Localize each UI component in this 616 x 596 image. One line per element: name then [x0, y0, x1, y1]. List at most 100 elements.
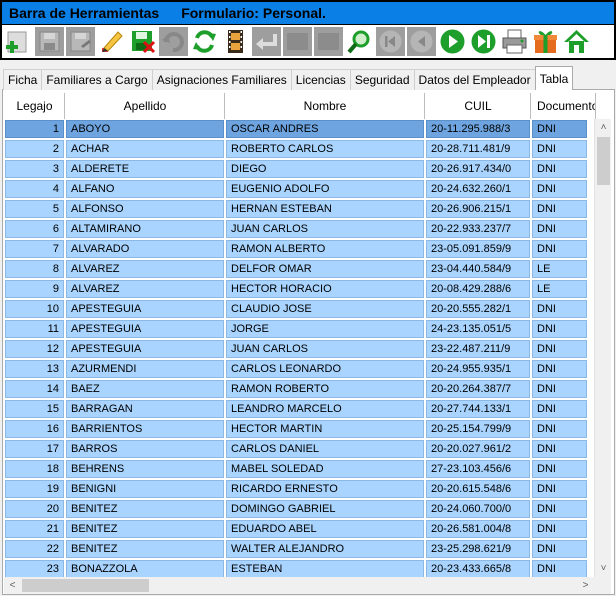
horizontal-scroll-thumb[interactable]: [22, 579, 149, 592]
gift-button[interactable]: [531, 27, 560, 56]
cell-cuil[interactable]: 20-20.555.282/1: [426, 300, 530, 318]
cell-apellido[interactable]: ALFONSO: [66, 200, 224, 218]
cell-legajo[interactable]: 8: [5, 260, 64, 278]
column-header-apellido[interactable]: Apellido: [65, 93, 225, 119]
table-row[interactable]: 11 APESTEGUIA JORGE 24-23.135.051/5 DNI: [4, 319, 596, 339]
cell-legajo[interactable]: 4: [5, 180, 64, 198]
cell-nombre[interactable]: CLAUDIO JOSE: [226, 300, 424, 318]
cell-cuil[interactable]: 20-23.433.665/8: [426, 560, 530, 577]
cell-nombre[interactable]: ROBERTO CARLOS: [226, 140, 424, 158]
cell-legajo[interactable]: 15: [5, 400, 64, 418]
cell-cuil[interactable]: 20-26.581.004/8: [426, 520, 530, 538]
cell-apellido[interactable]: AZURMENDI: [66, 360, 224, 378]
cell-cuil[interactable]: 20-26.917.434/0: [426, 160, 530, 178]
table-row[interactable]: 23 BONAZZOLA ESTEBAN 20-23.433.665/8 DNI: [4, 559, 596, 577]
film-button[interactable]: [221, 27, 250, 56]
cell-documento[interactable]: DNI: [532, 400, 587, 418]
printer-button[interactable]: [500, 27, 529, 56]
search-button[interactable]: [345, 27, 374, 56]
table-row[interactable]: 13 AZURMENDI CARLOS LEONARDO 20-24.955.935/…: [4, 359, 596, 379]
cell-legajo[interactable]: 9: [5, 280, 64, 298]
cell-legajo[interactable]: 20: [5, 500, 64, 518]
cell-apellido[interactable]: BENITEZ: [66, 540, 224, 558]
cell-documento[interactable]: DNI: [532, 300, 587, 318]
cell-cuil[interactable]: 20-11.295.988/3: [426, 120, 530, 138]
scroll-up-icon[interactable]: ˄: [595, 119, 612, 136]
cell-legajo[interactable]: 12: [5, 340, 64, 358]
cell-apellido[interactable]: ALTAMIRANO: [66, 220, 224, 238]
cell-apellido[interactable]: ALVAREZ: [66, 280, 224, 298]
cell-apellido[interactable]: APESTEGUIA: [66, 320, 224, 338]
cell-cuil[interactable]: 20-20.027.961/2: [426, 440, 530, 458]
cell-nombre[interactable]: CARLOS DANIEL: [226, 440, 424, 458]
cell-documento[interactable]: DNI: [532, 460, 587, 478]
cell-nombre[interactable]: RICARDO ERNESTO: [226, 480, 424, 498]
cell-apellido[interactable]: BARRAGAN: [66, 400, 224, 418]
cell-nombre[interactable]: ESTEBAN: [226, 560, 424, 577]
cell-apellido[interactable]: BENITEZ: [66, 500, 224, 518]
cell-cuil[interactable]: 20-08.429.288/6: [426, 280, 530, 298]
cell-documento[interactable]: DNI: [532, 320, 587, 338]
cell-documento[interactable]: DNI: [532, 500, 587, 518]
table-row[interactable]: 9 ALVAREZ HECTOR HORACIO 20-08.429.288/6 LE: [4, 279, 596, 299]
home-button[interactable]: [562, 27, 591, 56]
table-row[interactable]: 17 BARROS CARLOS DANIEL 20-20.027.961/2 DNI: [4, 439, 596, 459]
cell-documento[interactable]: DNI: [532, 220, 587, 238]
cell-cuil[interactable]: 20-26.906.215/1: [426, 200, 530, 218]
cell-documento[interactable]: DNI: [532, 360, 587, 378]
cell-documento[interactable]: DNI: [532, 560, 587, 577]
delete-save-button[interactable]: [128, 27, 157, 56]
table-row[interactable]: 8 ALVAREZ DELFOR OMAR 23-04.440.584/9 LE: [4, 259, 596, 279]
next-record-button[interactable]: [438, 27, 467, 56]
cell-nombre[interactable]: JORGE: [226, 320, 424, 338]
cell-apellido[interactable]: APESTEGUIA: [66, 300, 224, 318]
cell-documento[interactable]: DNI: [532, 180, 587, 198]
cell-nombre[interactable]: LEANDRO MARCELO: [226, 400, 424, 418]
cell-apellido[interactable]: BENIGNI: [66, 480, 224, 498]
cell-legajo[interactable]: 11: [5, 320, 64, 338]
table-row[interactable]: 14 BAEZ RAMON ROBERTO 20-20.264.387/7 DNI: [4, 379, 596, 399]
cell-documento[interactable]: DNI: [532, 380, 587, 398]
table-row[interactable]: 20 BENITEZ DOMINGO GABRIEL 20-24.060.700/0 D…: [4, 499, 596, 519]
scroll-left-icon[interactable]: ˂: [4, 577, 21, 594]
last-record-button[interactable]: [469, 27, 498, 56]
cell-legajo[interactable]: 16: [5, 420, 64, 438]
cell-cuil[interactable]: 27-23.103.456/6: [426, 460, 530, 478]
tab-asignaciones-familiares[interactable]: Asignaciones Familiares: [151, 69, 292, 90]
cell-documento[interactable]: DNI: [532, 240, 587, 258]
cell-documento[interactable]: LE: [532, 280, 587, 298]
edit-pencil-button[interactable]: [97, 27, 126, 56]
cell-nombre[interactable]: HERNAN ESTEBAN: [226, 200, 424, 218]
vertical-scrollbar[interactable]: ˄ ˅: [594, 119, 611, 577]
column-header-documento[interactable]: Documento: [531, 93, 596, 119]
table-row[interactable]: 7 ALVARADO RAMON ALBERTO 23-05.091.859/9 DNI: [4, 239, 596, 259]
cell-apellido[interactable]: BARRIENTOS: [66, 420, 224, 438]
cell-apellido[interactable]: ABOYO: [66, 120, 224, 138]
table-row[interactable]: 1 ABOYO OSCAR ANDRES 20-11.295.988/3 DNI: [4, 119, 596, 139]
cell-documento[interactable]: LE: [532, 260, 587, 278]
tab-familiares-a-cargo[interactable]: Familiares a Cargo: [41, 69, 153, 90]
cell-documento[interactable]: DNI: [532, 160, 587, 178]
table-row[interactable]: 12 APESTEGUIA JUAN CARLOS 23-22.487.211/9 DN…: [4, 339, 596, 359]
cell-apellido[interactable]: BAEZ: [66, 380, 224, 398]
cell-nombre[interactable]: EUGENIO ADOLFO: [226, 180, 424, 198]
cell-documento[interactable]: DNI: [532, 480, 587, 498]
cell-nombre[interactable]: JUAN CARLOS: [226, 220, 424, 238]
cell-cuil[interactable]: 20-28.711.481/9: [426, 140, 530, 158]
cell-legajo[interactable]: 21: [5, 520, 64, 538]
cell-apellido[interactable]: BENITEZ: [66, 520, 224, 538]
cell-cuil[interactable]: 20-24.060.700/0: [426, 500, 530, 518]
cell-nombre[interactable]: DOMINGO GABRIEL: [226, 500, 424, 518]
cell-nombre[interactable]: DIEGO: [226, 160, 424, 178]
cell-cuil[interactable]: 20-25.154.799/9: [426, 420, 530, 438]
scroll-down-icon[interactable]: ˅: [595, 560, 612, 577]
cell-documento[interactable]: DNI: [532, 120, 587, 138]
cell-legajo[interactable]: 1: [5, 120, 64, 138]
cell-legajo[interactable]: 3: [5, 160, 64, 178]
table-row[interactable]: 5 ALFONSO HERNAN ESTEBAN 20-26.906.215/1 DNI: [4, 199, 596, 219]
cell-documento[interactable]: DNI: [532, 140, 587, 158]
vertical-scroll-thumb[interactable]: [597, 137, 610, 185]
cell-legajo[interactable]: 2: [5, 140, 64, 158]
table-row[interactable]: 16 BARRIENTOS HECTOR MARTIN 20-25.154.799/9…: [4, 419, 596, 439]
cell-cuil[interactable]: 23-22.487.211/9: [426, 340, 530, 358]
